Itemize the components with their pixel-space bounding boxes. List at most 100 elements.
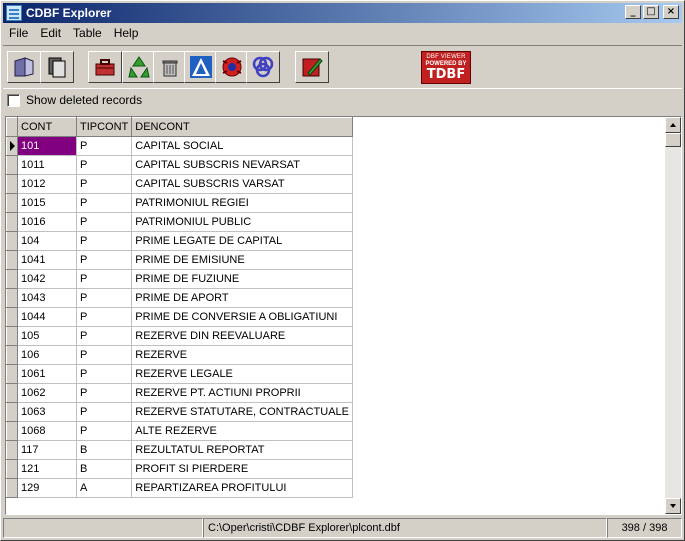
table-row[interactable]: 101 P CAPITAL SOCIAL [6,136,353,156]
table-cell[interactable]: B [76,440,133,460]
maximize-button[interactable]: □ [643,5,659,19]
table-cell[interactable]: 1011 [17,155,77,175]
table-cell[interactable]: 117 [17,440,77,460]
table-cell[interactable]: 1068 [17,421,77,441]
menu-help[interactable]: Help [108,24,145,42]
table-cell[interactable]: CAPITAL SUBSCRIS NEVARSAT [131,155,353,175]
table-row[interactable]: 1012 P CAPITAL SUBSCRIS VARSAT [6,174,353,194]
close-button[interactable]: × [663,5,679,19]
row-indicator[interactable] [6,136,18,156]
table-cell[interactable]: 1061 [17,364,77,384]
table-cell[interactable]: 101 [17,136,77,156]
table-cell[interactable]: REZERVE PT. ACTIUNI PROPRII [131,383,353,403]
row-indicator[interactable] [6,193,18,213]
open-button[interactable] [7,51,41,83]
row-indicator[interactable] [6,421,18,441]
table-row[interactable]: 121 B PROFIT SI PIERDERE [6,459,353,479]
table-row[interactable]: 1043 P PRIME DE APORT [6,288,353,308]
toolbox-button[interactable] [88,51,122,83]
row-indicator[interactable] [6,212,18,232]
table-cell[interactable]: REZERVE [131,345,353,365]
table-row[interactable]: 1042 P PRIME DE FUZIUNE [6,269,353,289]
row-indicator[interactable] [6,155,18,175]
table-cell[interactable]: PATRIMONIUL REGIEI [131,193,353,213]
table-cell[interactable]: 1041 [17,250,77,270]
menu-edit[interactable]: Edit [34,24,67,42]
table-row[interactable]: 105 P REZERVE DIN REEVALUARE [6,326,353,346]
table-cell[interactable]: CAPITAL SUBSCRIS VARSAT [131,174,353,194]
column-header[interactable]: DENCONT [131,117,353,137]
table-cell[interactable]: PRIME DE APORT [131,288,353,308]
table-cell[interactable]: 1042 [17,269,77,289]
table-cell[interactable]: 129 [17,478,77,498]
row-indicator[interactable] [6,402,18,422]
scroll-down-button[interactable] [665,498,681,514]
scroll-up-button[interactable] [665,117,681,133]
table-cell[interactable]: 1044 [17,307,77,327]
table-cell[interactable]: ALTE REZERVE [131,421,353,441]
table-cell[interactable]: 1015 [17,193,77,213]
vertical-scrollbar[interactable] [665,117,681,514]
table-row[interactable]: 129 A REPARTIZAREA PROFITULUI [6,478,353,498]
column-header[interactable]: CONT [17,117,77,137]
row-indicator[interactable] [6,345,18,365]
pack-button[interactable] [122,51,156,83]
filter-button[interactable] [184,51,218,83]
table-cell[interactable]: P [76,326,133,346]
table-row[interactable]: 104 P PRIME LEGATE DE CAPITAL [6,231,353,251]
row-indicator[interactable] [6,250,18,270]
table-cell[interactable]: REZERVE STATUTARE, CONTRACTUALE [131,402,353,422]
table-row[interactable]: 106 P REZERVE [6,345,353,365]
table-cell[interactable]: 1062 [17,383,77,403]
table-row[interactable]: 1016 P PATRIMONIUL PUBLIC [6,212,353,232]
table-cell[interactable]: P [76,250,133,270]
table-cell[interactable]: P [76,212,133,232]
table-row[interactable]: 1041 P PRIME DE EMISIUNE [6,250,353,270]
row-indicator[interactable] [6,383,18,403]
table-row[interactable]: 1044 P PRIME DE CONVERSIE A OBLIGATIUNI [6,307,353,327]
table-row[interactable]: 1068 P ALTE REZERVE [6,421,353,441]
delete-button[interactable] [153,51,187,83]
table-cell[interactable]: 105 [17,326,77,346]
show-deleted-label[interactable]: Show deleted records [26,93,142,107]
row-indicator[interactable] [6,269,18,289]
debug-button[interactable] [215,51,249,83]
table-cell[interactable]: A [76,478,133,498]
row-indicator[interactable] [6,326,18,346]
minimize-button[interactable]: _ [625,5,641,19]
table-cell[interactable]: 1016 [17,212,77,232]
table-cell[interactable]: PRIME DE CONVERSIE A OBLIGATIUNI [131,307,353,327]
menu-table[interactable]: Table [67,24,108,42]
table-cell[interactable]: PROFIT SI PIERDERE [131,459,353,479]
table-row[interactable]: 1062 P REZERVE PT. ACTIUNI PROPRII [6,383,353,403]
table-cell[interactable]: 121 [17,459,77,479]
table-cell[interactable]: P [76,364,133,384]
table-row[interactable]: 1061 P REZERVE LEGALE [6,364,353,384]
table-row[interactable]: 1063 P REZERVE STATUTARE, CONTRACTUALE [6,402,353,422]
table-cell[interactable]: REZERVE DIN REEVALUARE [131,326,353,346]
table-cell[interactable]: P [76,269,133,289]
table-cell[interactable]: REZULTATUL REPORTAT [131,440,353,460]
table-row[interactable]: 117 B REZULTATUL REPORTAT [6,440,353,460]
table-cell[interactable]: PATRIMONIUL PUBLIC [131,212,353,232]
table-cell[interactable]: REPARTIZAREA PROFITULUI [131,478,353,498]
table-cell[interactable]: 104 [17,231,77,251]
data-grid[interactable]: CONT TIPCONT DENCONT 101 P CAPITAL SOCIAL 1… [5,116,682,515]
title-bar[interactable]: CDBF Explorer _ □ × [3,3,682,23]
table-cell[interactable]: 106 [17,345,77,365]
table-cell[interactable]: PRIME DE FUZIUNE [131,269,353,289]
row-indicator[interactable] [6,288,18,308]
table-cell[interactable]: P [76,174,133,194]
structure-button[interactable] [246,51,280,83]
table-cell[interactable]: PRIME DE EMISIUNE [131,250,353,270]
table-cell[interactable]: 1012 [17,174,77,194]
edit-button[interactable] [295,51,329,83]
copy-button[interactable] [40,51,74,83]
row-indicator[interactable] [6,231,18,251]
table-cell[interactable]: P [76,402,133,422]
row-indicator[interactable] [6,174,18,194]
table-cell[interactable]: P [76,345,133,365]
table-cell[interactable]: P [76,193,133,213]
table-cell[interactable]: P [76,155,133,175]
app-icon[interactable] [6,5,22,21]
